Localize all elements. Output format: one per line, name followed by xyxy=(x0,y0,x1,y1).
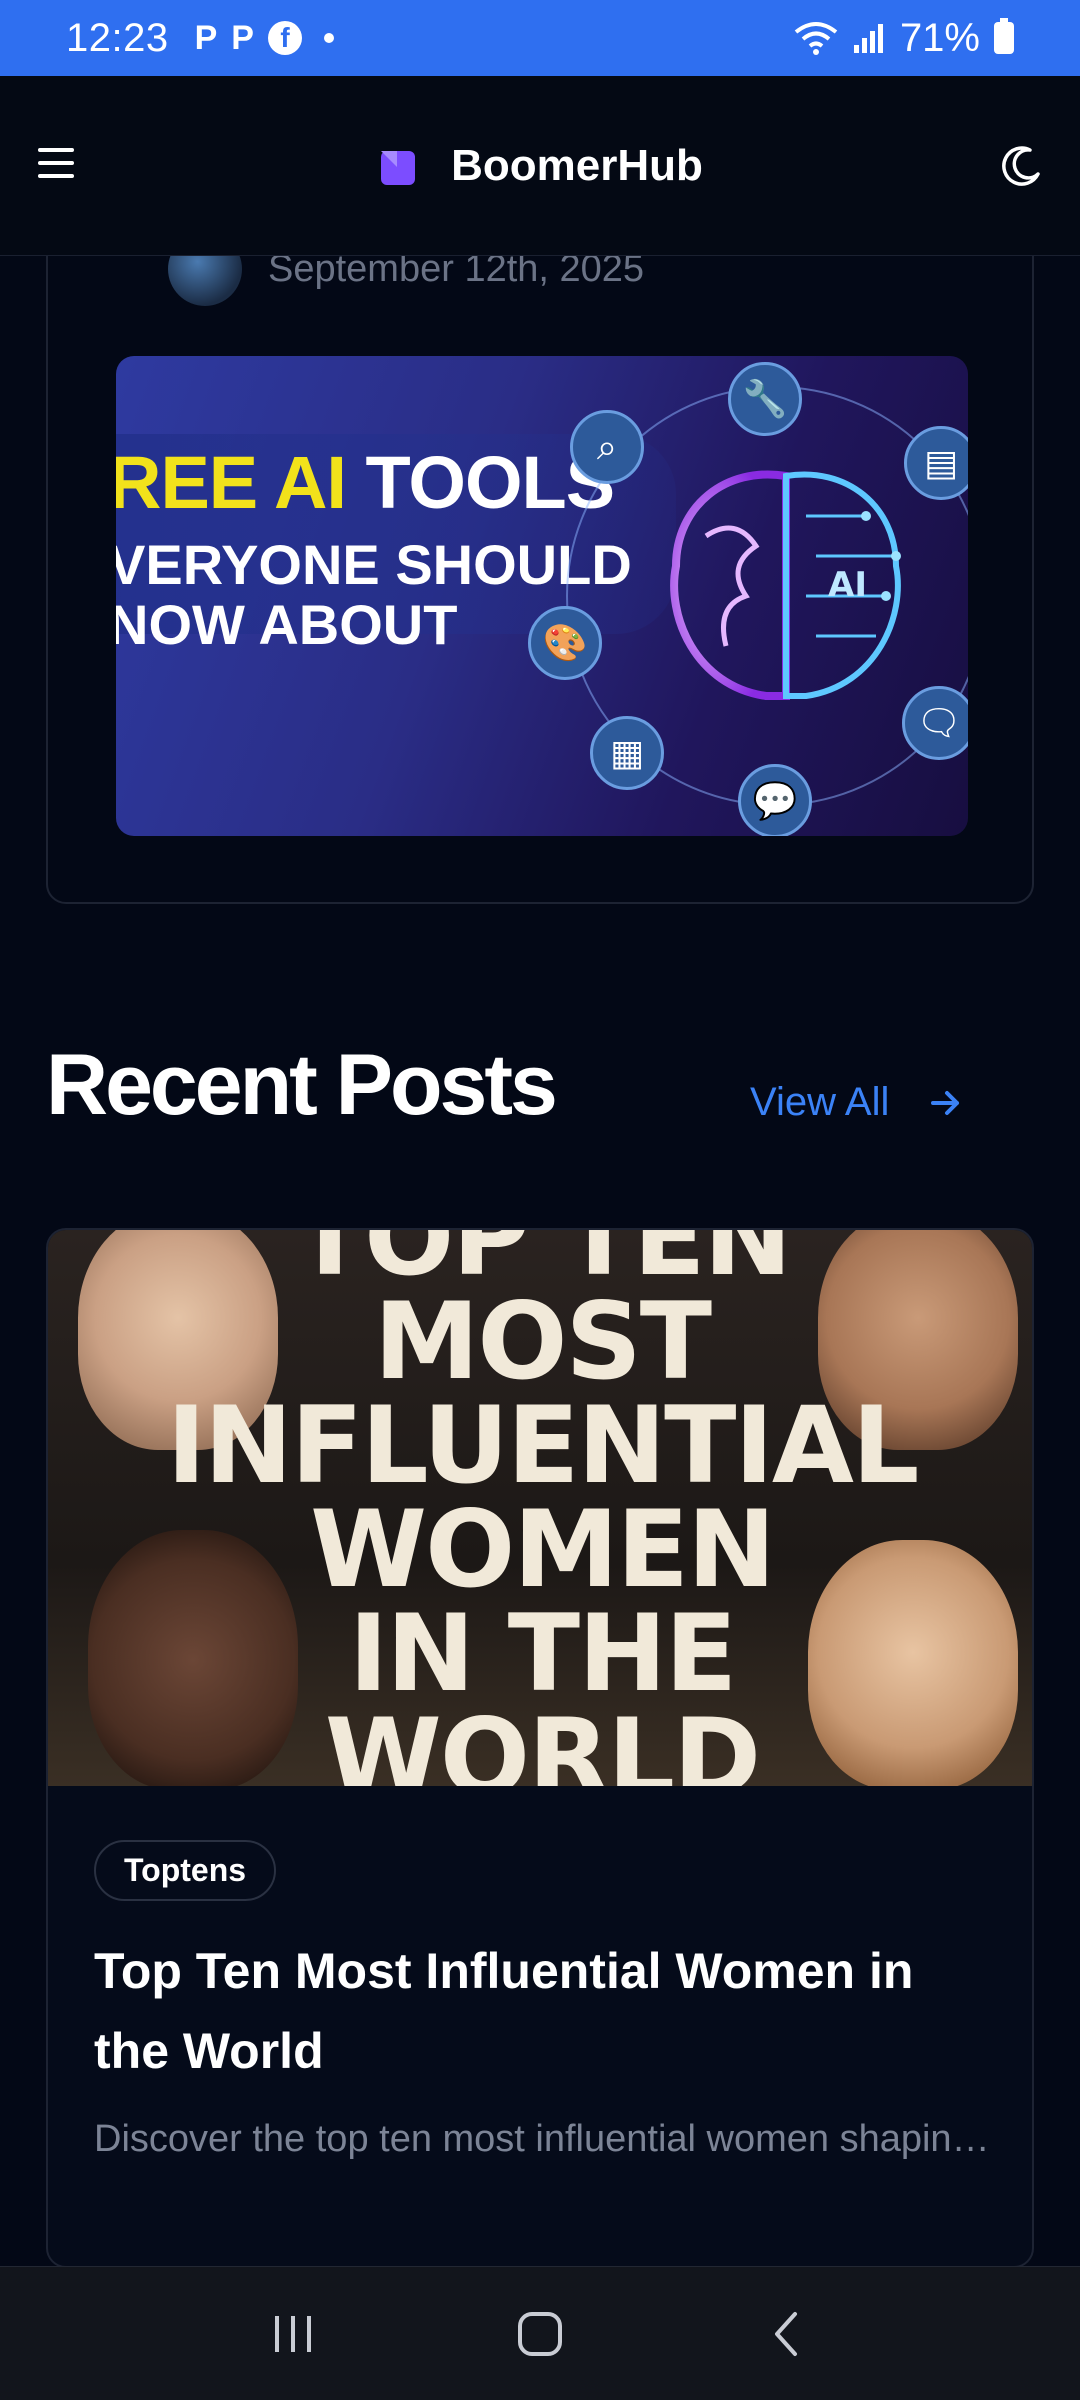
wrench-icon: 🔧 xyxy=(728,362,802,436)
palette-icon: 🎨 xyxy=(528,606,602,680)
category-badge[interactable]: Toptens xyxy=(94,1840,277,1901)
boomerhub-logo-icon xyxy=(381,150,416,185)
post-body: Toptens Top Ten Most Influential Women i… xyxy=(48,1786,1032,2167)
recent-posts-heading: Recent Posts xyxy=(46,1037,558,1133)
battery-percent: 71% xyxy=(899,15,980,60)
poster-line: MOST xyxy=(373,1280,712,1403)
brand-name: BoomerHub xyxy=(451,140,703,190)
search-icon: ⌕ xyxy=(570,410,644,484)
status-right: 71% xyxy=(794,16,1014,61)
ai-banner-line3: NOW ABOUT xyxy=(116,593,458,656)
post-title[interactable]: Top Ten Most Influential Women in the Wo… xyxy=(94,1931,990,2091)
status-bar: 12:23 P P f 71% xyxy=(0,0,1080,76)
browser-icon: ▤ xyxy=(904,426,968,500)
recent-apps-icon xyxy=(275,2315,312,2352)
ai-banner-line2: VERYONE SHOULD xyxy=(116,533,632,596)
poster-line: INFLUENTIAL xyxy=(166,1384,920,1507)
home-icon xyxy=(517,2311,562,2356)
brain-icon: AI xyxy=(670,470,901,700)
battery-icon xyxy=(994,18,1014,54)
featured-image[interactable]: REE AI TOOLS VERYONE SHOULD NOW ABOUT AI… xyxy=(116,356,968,836)
poster-line: IN THE xyxy=(348,1592,737,1715)
system-nav-bar xyxy=(0,2266,1080,2400)
dark-mode-toggle-icon[interactable] xyxy=(1000,144,1044,188)
app-header: BoomerHub xyxy=(0,76,1080,256)
view-all-label: View All xyxy=(750,1080,890,1124)
poster-line: WORLD xyxy=(324,1696,761,1787)
facebook-icon: f xyxy=(267,21,302,55)
featured-post-card[interactable]: September 12th, 2025 REE AI TOOLS VERYON… xyxy=(46,150,1034,904)
post-excerpt: Discover the top ten most influential wo… xyxy=(94,2118,990,2160)
arrow-right-icon xyxy=(931,1090,960,1115)
notification-p-icon: P xyxy=(231,18,254,57)
post-image[interactable]: TOP TEN MOST INFLUENTIAL WOMEN IN THE WO… xyxy=(48,1230,1032,1787)
recent-apps-button[interactable] xyxy=(263,2304,323,2364)
view-all-link[interactable]: View All xyxy=(750,1080,963,1125)
ai-banner-line1: REE AI TOOLS xyxy=(116,441,615,524)
more-notifications-dot xyxy=(323,33,334,43)
home-button[interactable] xyxy=(510,2304,570,2364)
message-icon: 🗨 xyxy=(902,686,968,760)
notification-icons: P P f xyxy=(195,19,334,58)
notification-p-icon: P xyxy=(194,18,218,57)
poster-line: WOMEN xyxy=(310,1488,776,1611)
back-icon xyxy=(774,2311,797,2356)
spreadsheet-icon: ▦ xyxy=(590,716,664,790)
signal-icon xyxy=(853,24,883,53)
back-button[interactable] xyxy=(757,2304,817,2364)
wifi-icon xyxy=(794,22,838,55)
poster-headline: TOP TEN MOST INFLUENTIAL WOMEN IN THE WO… xyxy=(48,1230,1032,1787)
chat-icon: 💬 xyxy=(738,764,812,836)
status-time: 12:23 xyxy=(66,15,169,60)
brand[interactable]: BoomerHub xyxy=(377,141,703,191)
post-card[interactable]: TOP TEN MOST INFLUENTIAL WOMEN IN THE WO… xyxy=(46,1228,1034,2268)
brain-ai-label: AI xyxy=(828,565,867,605)
hamburger-menu-icon[interactable] xyxy=(38,148,74,178)
